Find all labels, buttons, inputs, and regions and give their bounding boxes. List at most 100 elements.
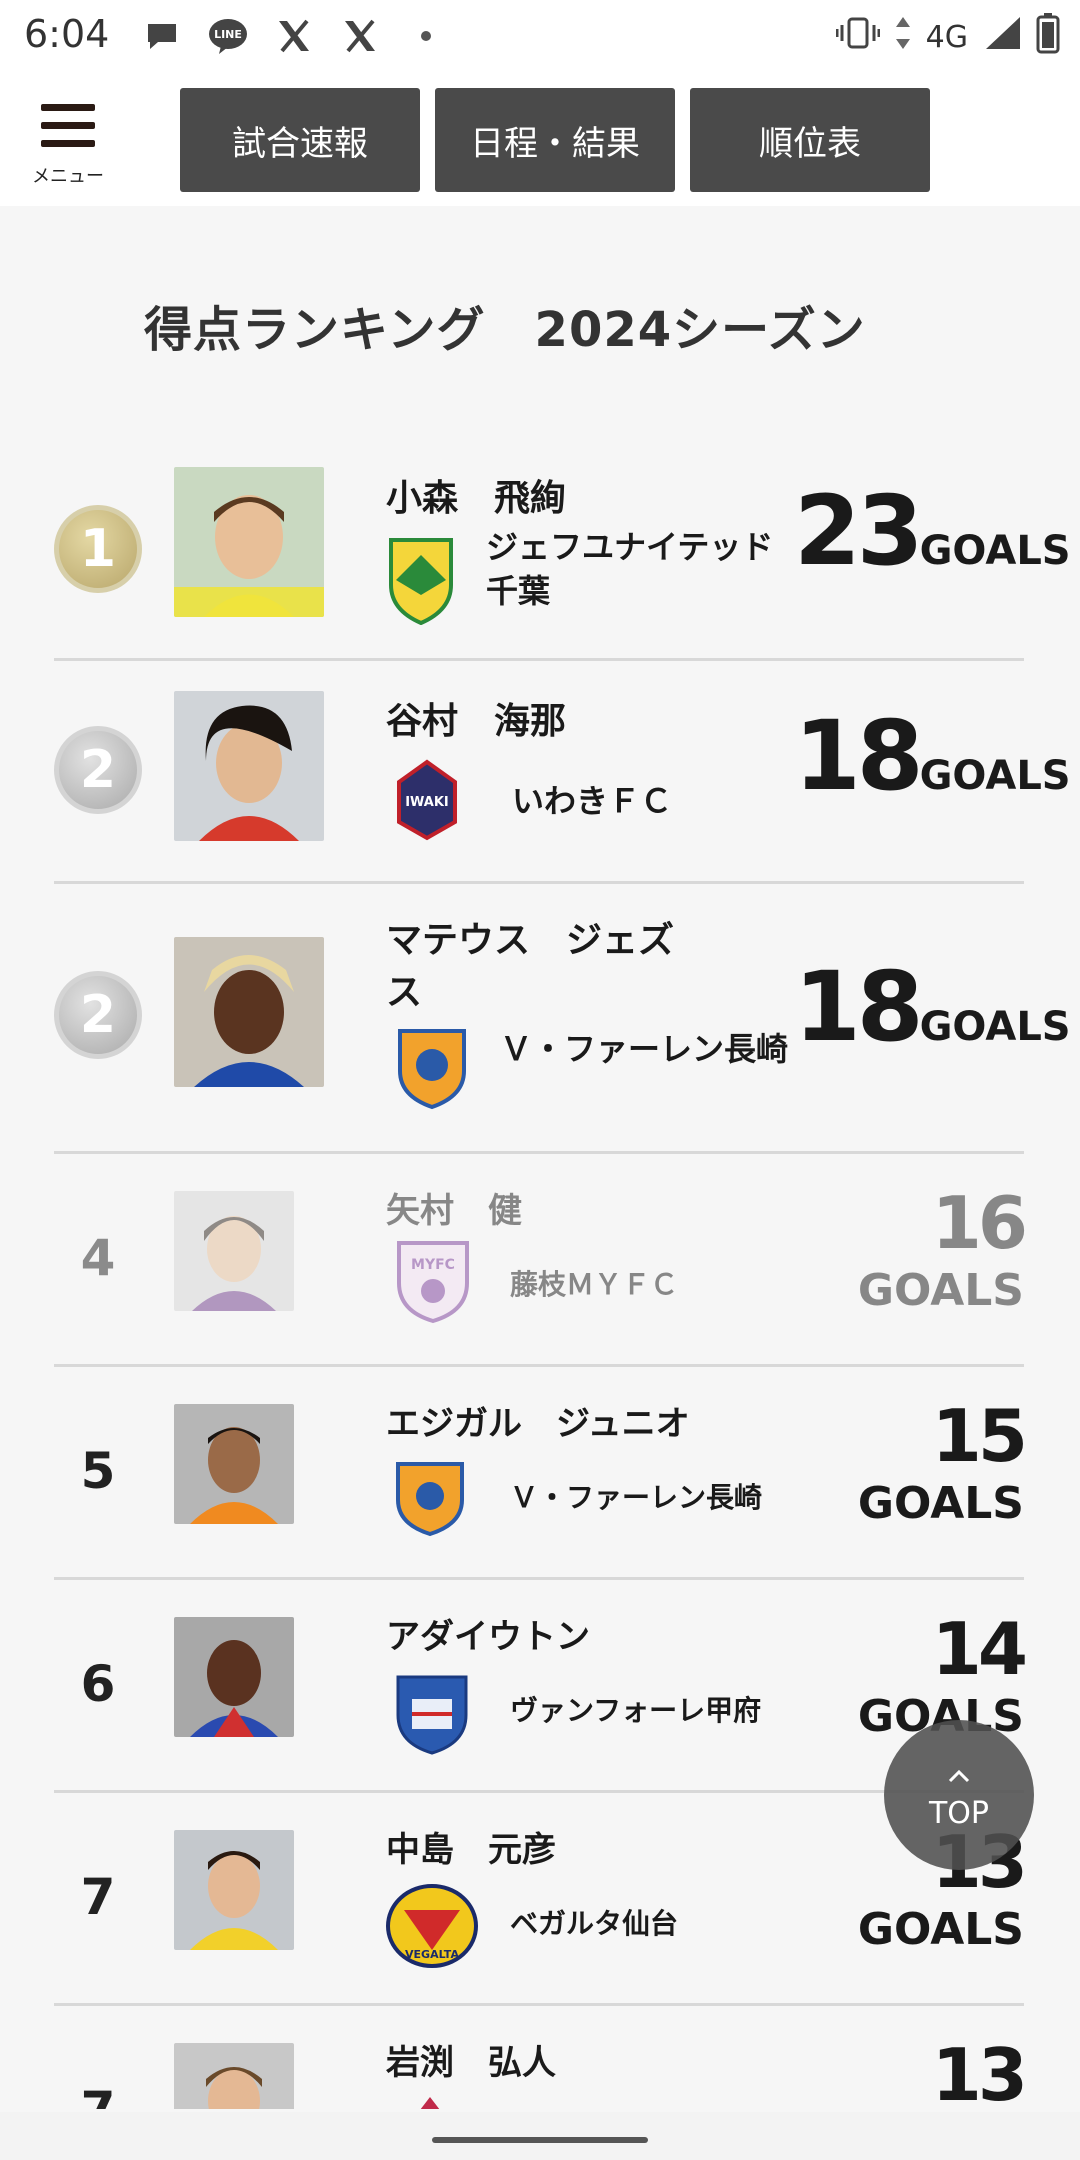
page-title: 得点ランキング 2024シーズン (144, 302, 866, 358)
player-name: 中島 元彦 (386, 1830, 556, 1870)
ranking-row[interactable]: 6 アダイウトン ヴァンフォーレ甲府 14 GOALS (54, 1583, 1028, 1793)
status-time: 6:04 (24, 12, 110, 56)
goals-unit: GOALS (919, 1004, 1071, 1050)
battery-icon (1036, 12, 1060, 62)
club-emblem-icon (394, 1025, 470, 1115)
club-name: 藤枝ＭＹＦＣ (510, 1268, 679, 1301)
ranking-row[interactable]: 7 岩渕 弘人 13 (54, 2009, 1024, 2109)
rank-number: 7 (68, 2081, 128, 2109)
club-name: ジェフユナイテッド千葉 (486, 528, 774, 610)
x-app-icon (272, 14, 316, 58)
hamburger-icon (41, 104, 95, 111)
vibrate-icon (835, 15, 881, 59)
player-photo (174, 2043, 294, 2109)
club-emblem-icon (386, 535, 456, 629)
goals-count: 13 (824, 2035, 1024, 2109)
player-photo (174, 467, 324, 617)
network-type: 4G (925, 19, 968, 55)
player-name: 岩渕 弘人 (386, 2043, 556, 2083)
rank-number: 6 (80, 1655, 116, 1713)
player-photo (174, 1191, 294, 1311)
club-name: Ｖ・ファーレン長崎 (510, 1481, 763, 1514)
gold-medal-icon: 1 (54, 505, 142, 593)
goals-count: 15 GOALS (824, 1394, 1028, 1532)
rank-number: 5 (80, 1442, 116, 1500)
data-arrows-icon (894, 15, 912, 59)
goals-unit: GOALS (857, 1265, 1024, 1316)
hamburger-icon-bar (41, 140, 95, 147)
line-app-icon: LINE (206, 14, 250, 58)
ranking-row[interactable]: 2 マテウス ジェズス Ｖ・ファーレン長崎 18GOALS (54, 887, 1071, 1154)
club-name: ベガルタ仙台 (510, 1907, 679, 1940)
goals-unit: GOALS (857, 1904, 1024, 1955)
goals-number: 18 (794, 951, 924, 1063)
club-name: いわきＦＣ (512, 782, 673, 820)
goals-count: 18GOALS (794, 951, 1071, 1063)
goals-unit: GOALS (919, 528, 1071, 574)
menu-label: メニュー (32, 166, 104, 187)
player-name: 谷村 海那 (386, 701, 567, 742)
dot-icon (404, 14, 448, 58)
player-name: 小森 飛絢 (386, 478, 567, 519)
svg-text:LINE: LINE (214, 28, 242, 41)
player-photo (174, 1404, 294, 1524)
faded-row-content: 4 矢村 健 MYFC 藤枝ＭＹＦＣ 16 GOALS (54, 1157, 1028, 1363)
player-photo (174, 691, 324, 841)
goals-count: 16 GOALS (824, 1181, 1028, 1319)
player-name: アダイウトン (386, 1617, 590, 1657)
goals-number: 18 (794, 700, 924, 812)
ranking-row[interactable]: 4 矢村 健 MYFC 藤枝ＭＹＦＣ 16 GOALS (54, 1157, 1028, 1367)
menu-button[interactable]: メニュー (28, 102, 108, 192)
silver-medal-icon: 2 (54, 971, 142, 1059)
tab-live-scores[interactable]: 試合速報 (180, 88, 420, 192)
club-name: ヴァンフォーレ甲府 (510, 1694, 762, 1727)
ranking-row[interactable]: 5 エジガル ジュニオ Ｖ・ファーレン長崎 15 GOALS (54, 1370, 1028, 1580)
goals-count: 14 GOALS (824, 1607, 1028, 1745)
notification-icons: LINE (140, 14, 448, 58)
status-bar: 6:04 LINE 4G (0, 0, 1080, 72)
svg-text:MYFC: MYFC (411, 1257, 455, 1273)
club-emblem-icon (392, 1669, 472, 1763)
club-emblem-icon (400, 2093, 460, 2109)
club-emblem-icon: MYFC (389, 1235, 477, 1329)
home-gesture-bar[interactable] (432, 2137, 648, 2143)
club-emblem-icon: VEGALTA (384, 1880, 480, 1974)
goals-unit: GOALS (919, 753, 1071, 799)
goals-number: 15 (931, 1394, 1028, 1478)
goals-unit: GOALS (857, 1478, 1024, 1529)
ranking-row[interactable]: 1 小森 飛絢 ジェフユナイテッド千葉 23GOALS (54, 445, 1071, 661)
club-emblem-icon (392, 1458, 468, 1542)
player-photo (174, 937, 324, 1087)
rank-number: 4 (80, 1229, 116, 1287)
navigation-bar (0, 2112, 1080, 2160)
tab-standings[interactable]: 順位表 (690, 88, 930, 192)
rank-number: 7 (80, 1868, 116, 1926)
goals-number: 16 (931, 1181, 1028, 1265)
top-label: TOP (928, 1795, 990, 1831)
goals-number: 14 (931, 1607, 1028, 1691)
tab-schedule-results[interactable]: 日程・結果 (435, 88, 675, 192)
ranking-row[interactable]: 7 中島 元彦 VEGALTA ベガルタ仙台 13 GOALS (54, 1796, 1028, 2006)
svg-text:IWAKI: IWAKI (405, 795, 449, 810)
site-header: メニュー 試合速報 日程・結果 順位表 (0, 72, 1080, 206)
ranking-row[interactable]: 2 谷村 海那 IWAKI いわきＦＣ 18GOALS (54, 664, 1071, 884)
club-emblem-icon: IWAKI (394, 758, 460, 846)
hamburger-icon-bar (41, 122, 95, 129)
player-name: 矢村 健 (386, 1191, 522, 1231)
goals-count: 23GOALS (794, 475, 1071, 587)
scroll-to-top-button[interactable]: TOP (884, 1720, 1034, 1870)
goals-number: 13 (931, 2033, 1024, 2109)
x-app-icon (338, 14, 382, 58)
player-photo (174, 1830, 294, 1950)
chat-icon (140, 14, 184, 58)
goals-number: 23 (794, 475, 924, 587)
goals-count: 18GOALS (794, 700, 1071, 812)
silver-medal-icon: 2 (54, 726, 142, 814)
player-photo (174, 1617, 294, 1737)
system-icons: 4G (835, 12, 1060, 62)
player-name: エジガル ジュニオ (386, 1404, 690, 1444)
svg-text:VEGALTA: VEGALTA (405, 1948, 459, 1961)
signal-icon (982, 15, 1022, 59)
chevron-up-icon (947, 1760, 971, 1790)
player-name: マテウス ジェズス (386, 920, 675, 1013)
